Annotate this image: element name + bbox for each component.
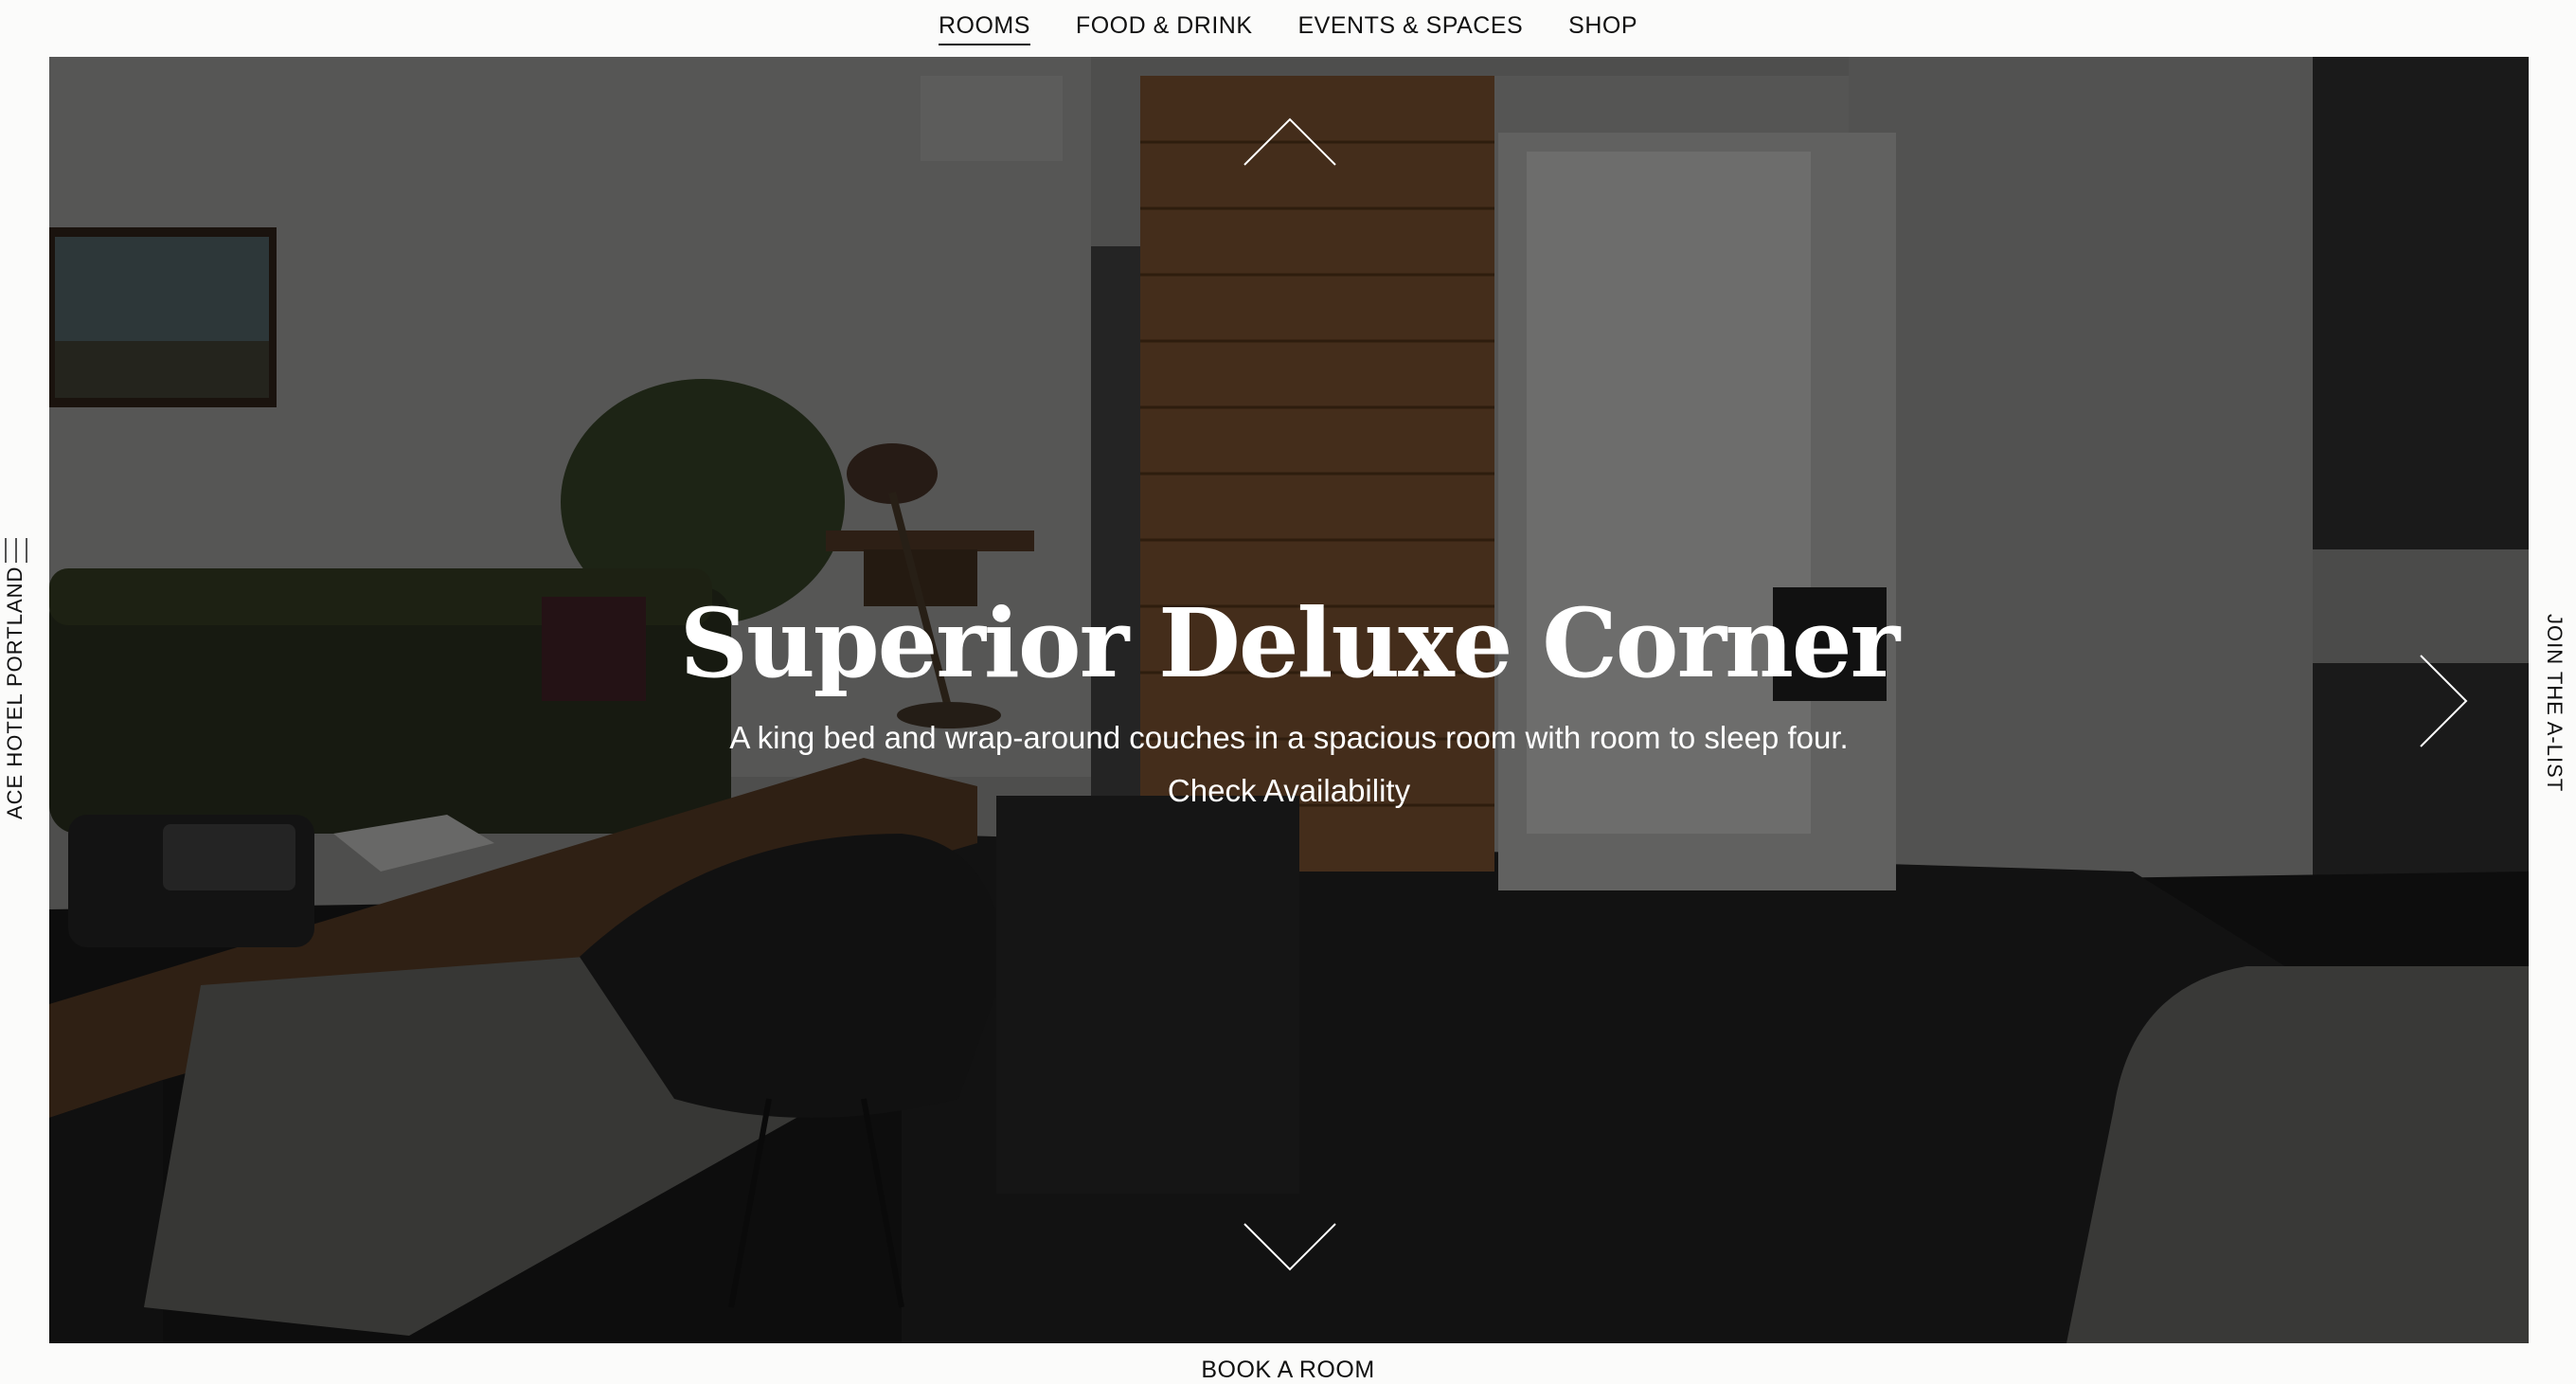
hero-dark-overlay [49,57,2529,1343]
hero-slide: Superior Deluxe Corner A king bed and wr… [49,57,2529,1343]
nav-item-food-drink[interactable]: FOOD & DRINK [1076,12,1253,45]
nav-item-shop[interactable]: SHOP [1568,12,1637,45]
nav-item-events-spaces[interactable]: EVENTS & SPACES [1298,12,1524,45]
top-nav: ROOMS FOOD & DRINK EVENTS & SPACES SHOP [0,0,2576,57]
left-rail: ACE HOTEL PORTLAND [0,0,49,1383]
hero-description: A king bed and wrap-around couches in a … [729,720,1849,755]
book-a-room-link[interactable]: BOOK A ROOM [0,1357,2576,1384]
hero-title: Superior Deluxe Corner [679,587,1900,699]
join-a-list-link[interactable]: JOIN THE A-LIST [2542,614,2567,792]
chevron-up-icon[interactable] [1241,112,1339,169]
brand-vertical-label[interactable]: ACE HOTEL PORTLAND [3,566,27,819]
check-availability-link[interactable]: Check Availability [1168,773,1410,808]
hamburger-vertical-icon[interactable] [5,538,27,563]
chevron-down-icon[interactable] [1241,1220,1339,1277]
nav-item-rooms[interactable]: ROOMS [938,12,1030,45]
chevron-right-icon[interactable] [2417,652,2474,750]
